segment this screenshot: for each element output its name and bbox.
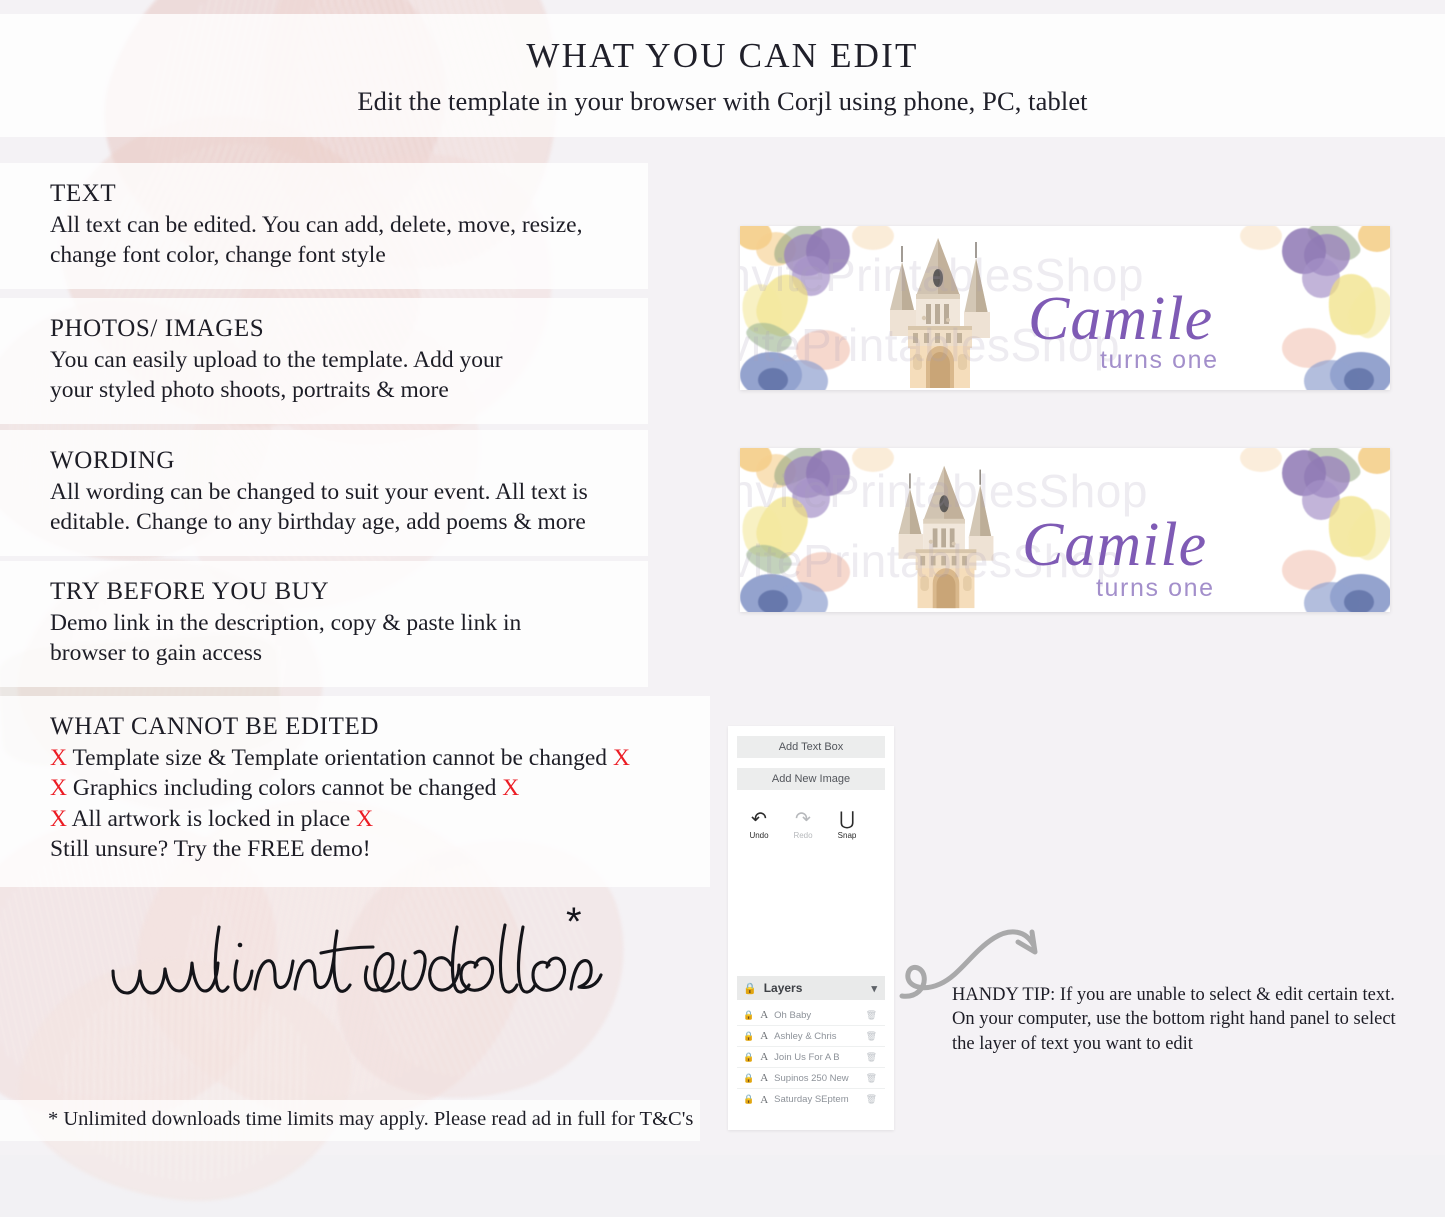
lock-icon[interactable]: 🔒 — [743, 1052, 754, 1063]
redo-button[interactable]: ↷ Redo — [786, 810, 820, 840]
cannot-edit-closing: Still unsure? Try the FREE demo! — [50, 836, 371, 863]
handy-tip-line: HANDY TIP: If you are unable to select &… — [952, 985, 1395, 1005]
footer-disclaimer: * Unlimited downloads time limits may ap… — [0, 1100, 700, 1141]
info-panel-text: TEXT All text can be edited. You can add… — [0, 163, 648, 289]
redo-label: Redo — [793, 831, 813, 840]
info-panel-wording: WORDING All wording can be changed to su… — [0, 430, 648, 556]
text-layer-icon: A — [760, 1093, 769, 1106]
layer-row[interactable]: 🔒 A Supinos 250 New 🗑 — [737, 1068, 885, 1089]
snap-button[interactable]: ⋃ Snap — [830, 810, 864, 840]
layer-row[interactable]: 🔒 A Oh Baby 🗑 — [737, 1005, 885, 1026]
banner-subtitle: turns one — [1096, 574, 1215, 602]
banner-artwork: InvitePrintablesShop InvitePrintablesSho… — [740, 226, 1390, 390]
layer-name: Supinos 250 New — [774, 1072, 849, 1084]
x-icon: X — [50, 775, 67, 802]
cannot-edit-item: X Graphics including colors cannot be ch… — [50, 773, 710, 804]
info-line: editable. Change to any birthday age, ad… — [50, 509, 586, 536]
layer-name: Ashley & Chris — [774, 1030, 837, 1042]
x-icon: X — [502, 775, 520, 802]
info-line: your styled photo shoots, portraits & mo… — [50, 377, 449, 404]
add-new-image-button[interactable]: Add New Image — [737, 768, 885, 790]
redo-arrow-icon: ↷ — [795, 809, 811, 830]
unlimited-downloads-script — [105, 905, 625, 1015]
layer-row[interactable]: 🔒 A Join Us For A B 🗑 — [737, 1047, 885, 1068]
info-line: All wording can be changed to suit your … — [50, 478, 588, 505]
page-subtitle: Edit the template in your browser with C… — [357, 85, 1088, 116]
handy-tip-text: HANDY TIP: If you are unable to select &… — [952, 983, 1422, 1056]
layer-name: Oh Baby — [774, 1009, 812, 1021]
snap-label: Snap — [837, 831, 857, 840]
undo-label: Undo — [749, 831, 769, 840]
layers-label: Layers — [763, 981, 803, 995]
info-line: Demo link in the description, copy & pas… — [50, 609, 522, 636]
add-text-box-button[interactable]: Add Text Box — [737, 736, 885, 758]
info-title: TEXT — [50, 180, 117, 207]
x-icon: X — [612, 744, 630, 771]
undo-arrow-icon: ↶ — [751, 809, 767, 830]
delete-layer-icon[interactable]: 🗑 — [866, 1094, 877, 1105]
text-layer-icon: A — [760, 1009, 769, 1021]
layer-row[interactable]: 🔒 A Saturday SEptem 🗑 — [737, 1089, 885, 1110]
x-icon: X — [356, 805, 374, 832]
lock-icon[interactable]: 🔒 — [743, 1094, 754, 1105]
page-header: WHAT YOU CAN EDIT Edit the template in y… — [0, 14, 1445, 137]
layer-row[interactable]: 🔒 A Ashley & Chris 🗑 — [737, 1026, 885, 1047]
corjl-editor-panel: Add Text Box Add New Image ↶ Undo ↷ Redo… — [728, 726, 894, 1130]
unlimited-asterisk: * — [566, 900, 582, 944]
lock-icon[interactable]: 🔒 — [743, 1073, 754, 1084]
text-layer-icon: A — [760, 1072, 769, 1084]
banner-artwork: InvitePrintablesShop InvitePrintablesSho… — [740, 448, 1390, 612]
banner-name: Camile — [1028, 285, 1214, 353]
cannot-edit-item: X All artwork is locked in place X — [50, 804, 710, 835]
text-layer-icon: A — [760, 1030, 769, 1042]
info-panel-photos-images: PHOTOS/ IMAGES You can easily upload to … — [0, 298, 648, 424]
page-title: WHAT YOU CAN EDIT — [526, 35, 919, 75]
info-line: change font color, change font style — [50, 242, 386, 269]
info-line: browser to gain access — [50, 640, 263, 667]
banner-preview-2: InvitePrintablesShop InvitePrintablesSho… — [740, 448, 1390, 612]
banner-name: Camile — [1022, 511, 1208, 579]
handy-tip-line: the layer of text you want to edit — [952, 1033, 1193, 1054]
delete-layer-icon[interactable]: 🗑 — [866, 1031, 877, 1042]
info-line: All text can be edited. You can add, del… — [50, 211, 583, 238]
info-panel-try-before-you-buy: TRY BEFORE YOU BUY Demo link in the desc… — [0, 561, 648, 687]
text-layer-icon: A — [760, 1051, 769, 1063]
layer-name: Join Us For A B — [774, 1051, 840, 1063]
delete-layer-icon[interactable]: 🗑 — [866, 1010, 877, 1021]
cannot-edit-item-label: All artwork is locked in place — [71, 805, 351, 832]
banner-subtitle: turns one — [1100, 346, 1219, 374]
layers-panel-header[interactable]: 🔒 Layers ▾ — [737, 976, 885, 1000]
cannot-edit-item-label: Template size & Template orientation can… — [72, 744, 608, 771]
info-line: You can easily upload to the template. A… — [50, 346, 503, 373]
lock-icon: 🔒 — [743, 982, 757, 995]
cannot-edit-item-label: Graphics including colors cannot be chan… — [72, 775, 497, 802]
cannot-edit-title: WHAT CANNOT BE EDITED — [50, 713, 380, 740]
x-icon: X — [50, 805, 67, 832]
undo-button[interactable]: ↶ Undo — [742, 810, 776, 840]
delete-layer-icon[interactable]: 🗑 — [866, 1073, 877, 1084]
handy-tip-line: On your computer, use the bottom right h… — [952, 1009, 1396, 1030]
chevron-down-icon[interactable]: ▾ — [871, 982, 877, 995]
delete-layer-icon[interactable]: 🗑 — [866, 1052, 877, 1063]
info-title: TRY BEFORE YOU BUY — [50, 578, 330, 605]
lock-icon[interactable]: 🔒 — [743, 1010, 754, 1021]
banner-preview-1: InvitePrintablesShop InvitePrintablesSho… — [740, 226, 1390, 390]
cannot-edit-item: X Template size & Template orientation c… — [50, 743, 710, 774]
magnet-icon: ⋃ — [839, 809, 855, 830]
layer-name: Saturday SEptem — [774, 1094, 849, 1105]
lock-icon[interactable]: 🔒 — [743, 1031, 754, 1042]
info-panel-cannot-be-edited: WHAT CANNOT BE EDITED X Template size & … — [0, 696, 710, 888]
info-title: WORDING — [50, 447, 176, 474]
x-icon: X — [50, 744, 67, 771]
info-title: PHOTOS/ IMAGES — [50, 315, 265, 342]
